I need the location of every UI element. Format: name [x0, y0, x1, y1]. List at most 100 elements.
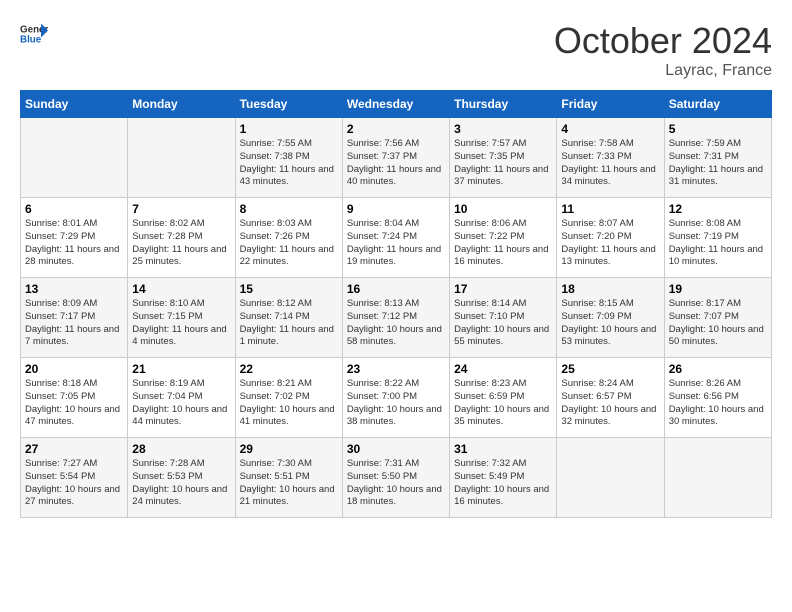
day-info: Sunrise: 8:02 AMSunset: 7:28 PMDaylight:… — [132, 218, 230, 269]
calendar-cell: 10Sunrise: 8:06 AMSunset: 7:22 PMDayligh… — [450, 198, 557, 278]
header-day: Sunday — [21, 91, 128, 118]
calendar-cell: 12Sunrise: 8:08 AMSunset: 7:19 PMDayligh… — [664, 198, 771, 278]
day-info: Sunrise: 8:18 AMSunset: 7:05 PMDaylight:… — [25, 378, 123, 429]
day-number: 1 — [240, 122, 338, 136]
day-info: Sunrise: 7:32 AMSunset: 5:49 PMDaylight:… — [454, 458, 552, 509]
calendar-week: 6 Sunrise: 8:01 AMSunset: 7:29 PMDaylight… — [21, 198, 772, 278]
calendar-cell: 7Sunrise: 8:02 AMSunset: 7:28 PMDaylight… — [128, 198, 235, 278]
day-number: 16 — [347, 282, 445, 296]
calendar-cell: 27 Sunrise: 7:27 AMSunset: 5:54 PMDayligh… — [21, 438, 128, 518]
calendar-cell — [128, 118, 235, 198]
calendar-table: SundayMondayTuesdayWednesdayThursdayFrid… — [20, 90, 772, 518]
calendar-body: 1 Sunrise: 7:55 AMSunset: 7:38 PMDaylight… — [21, 118, 772, 518]
header-day: Saturday — [664, 91, 771, 118]
header-day: Tuesday — [235, 91, 342, 118]
day-info: Sunrise: 7:30 AMSunset: 5:51 PMDaylight:… — [240, 458, 338, 509]
day-info: Sunrise: 8:08 AMSunset: 7:19 PMDaylight:… — [669, 218, 767, 269]
calendar-cell: 24 Sunrise: 8:23 AMSunset: 6:59 PMDayligh… — [450, 358, 557, 438]
calendar-cell: 5Sunrise: 7:59 AMSunset: 7:31 PMDaylight… — [664, 118, 771, 198]
day-number: 24 — [454, 362, 552, 376]
header-day: Thursday — [450, 91, 557, 118]
calendar-cell: 23 Sunrise: 8:22 AMSunset: 7:00 PMDayligh… — [342, 358, 449, 438]
header-day: Friday — [557, 91, 664, 118]
day-number: 15 — [240, 282, 338, 296]
day-number: 11 — [561, 202, 659, 216]
day-info: Sunrise: 8:13 AMSunset: 7:12 PMDaylight:… — [347, 298, 445, 349]
svg-text:Blue: Blue — [20, 34, 42, 45]
day-number: 30 — [347, 442, 445, 456]
calendar-cell: 13 Sunrise: 8:09 AMSunset: 7:17 PMDayligh… — [21, 278, 128, 358]
header-day: Monday — [128, 91, 235, 118]
day-number: 2 — [347, 122, 445, 136]
calendar-cell — [21, 118, 128, 198]
day-number: 3 — [454, 122, 552, 136]
day-info: Sunrise: 7:27 AMSunset: 5:54 PMDaylight:… — [25, 458, 123, 509]
day-info: Sunrise: 8:09 AMSunset: 7:17 PMDaylight:… — [25, 298, 123, 349]
day-number: 6 — [25, 202, 123, 216]
header-row: SundayMondayTuesdayWednesdayThursdayFrid… — [21, 91, 772, 118]
day-info: Sunrise: 8:21 AMSunset: 7:02 PMDaylight:… — [240, 378, 338, 429]
calendar-cell: 31Sunrise: 7:32 AMSunset: 5:49 PMDayligh… — [450, 438, 557, 518]
day-number: 4 — [561, 122, 659, 136]
day-number: 26 — [669, 362, 767, 376]
day-number: 10 — [454, 202, 552, 216]
calendar-cell: 16 Sunrise: 8:13 AMSunset: 7:12 PMDayligh… — [342, 278, 449, 358]
day-info: Sunrise: 8:24 AMSunset: 6:57 PMDaylight:… — [561, 378, 659, 429]
day-info: Sunrise: 8:12 AMSunset: 7:14 PMDaylight:… — [240, 298, 338, 349]
calendar-week: 20Sunrise: 8:18 AMSunset: 7:05 PMDayligh… — [21, 358, 772, 438]
day-info: Sunrise: 8:15 AMSunset: 7:09 PMDaylight:… — [561, 298, 659, 349]
day-info: Sunrise: 8:10 AMSunset: 7:15 PMDaylight:… — [132, 298, 230, 349]
calendar-cell: 3 Sunrise: 7:57 AMSunset: 7:35 PMDaylight… — [450, 118, 557, 198]
calendar-cell: 1 Sunrise: 7:55 AMSunset: 7:38 PMDaylight… — [235, 118, 342, 198]
day-info: Sunrise: 8:19 AMSunset: 7:04 PMDaylight:… — [132, 378, 230, 429]
month-title: October 2024 — [554, 20, 772, 62]
day-number: 14 — [132, 282, 230, 296]
day-number: 13 — [25, 282, 123, 296]
calendar-week: 1 Sunrise: 7:55 AMSunset: 7:38 PMDaylight… — [21, 118, 772, 198]
day-info: Sunrise: 7:57 AMSunset: 7:35 PMDaylight:… — [454, 138, 552, 189]
page-header: General Blue October 2024 Layrac, France — [20, 20, 772, 80]
day-number: 27 — [25, 442, 123, 456]
calendar-cell: 6 Sunrise: 8:01 AMSunset: 7:29 PMDaylight… — [21, 198, 128, 278]
day-info: Sunrise: 8:22 AMSunset: 7:00 PMDaylight:… — [347, 378, 445, 429]
calendar-cell: 11Sunrise: 8:07 AMSunset: 7:20 PMDayligh… — [557, 198, 664, 278]
location-subtitle: Layrac, France — [554, 62, 772, 80]
calendar-cell: 26 Sunrise: 8:26 AMSunset: 6:56 PMDayligh… — [664, 358, 771, 438]
calendar-cell: 29 Sunrise: 7:30 AMSunset: 5:51 PMDayligh… — [235, 438, 342, 518]
day-number: 21 — [132, 362, 230, 376]
day-info: Sunrise: 8:03 AMSunset: 7:26 PMDaylight:… — [240, 218, 338, 269]
day-info: Sunrise: 8:26 AMSunset: 6:56 PMDaylight:… — [669, 378, 767, 429]
day-number: 29 — [240, 442, 338, 456]
day-info: Sunrise: 8:23 AMSunset: 6:59 PMDaylight:… — [454, 378, 552, 429]
calendar-cell: 17Sunrise: 8:14 AMSunset: 7:10 PMDayligh… — [450, 278, 557, 358]
calendar-cell: 9 Sunrise: 8:04 AMSunset: 7:24 PMDaylight… — [342, 198, 449, 278]
day-info: Sunrise: 7:56 AMSunset: 7:37 PMDaylight:… — [347, 138, 445, 189]
calendar-header: SundayMondayTuesdayWednesdayThursdayFrid… — [21, 91, 772, 118]
calendar-cell — [664, 438, 771, 518]
calendar-cell: 30 Sunrise: 7:31 AMSunset: 5:50 PMDayligh… — [342, 438, 449, 518]
day-info: Sunrise: 7:31 AMSunset: 5:50 PMDaylight:… — [347, 458, 445, 509]
calendar-cell: 21 Sunrise: 8:19 AMSunset: 7:04 PMDayligh… — [128, 358, 235, 438]
day-number: 19 — [669, 282, 767, 296]
calendar-cell: 2 Sunrise: 7:56 AMSunset: 7:37 PMDaylight… — [342, 118, 449, 198]
logo-icon: General Blue — [20, 20, 48, 48]
logo: General Blue — [20, 20, 48, 48]
day-info: Sunrise: 8:04 AMSunset: 7:24 PMDaylight:… — [347, 218, 445, 269]
day-number: 18 — [561, 282, 659, 296]
calendar-cell: 19Sunrise: 8:17 AMSunset: 7:07 PMDayligh… — [664, 278, 771, 358]
calendar-week: 27 Sunrise: 7:27 AMSunset: 5:54 PMDayligh… — [21, 438, 772, 518]
day-info: Sunrise: 8:01 AMSunset: 7:29 PMDaylight:… — [25, 218, 123, 269]
day-number: 28 — [132, 442, 230, 456]
calendar-cell: 28 Sunrise: 7:28 AMSunset: 5:53 PMDayligh… — [128, 438, 235, 518]
calendar-cell: 15 Sunrise: 8:12 AMSunset: 7:14 PMDayligh… — [235, 278, 342, 358]
day-number: 17 — [454, 282, 552, 296]
calendar-cell — [557, 438, 664, 518]
calendar-cell: 20Sunrise: 8:18 AMSunset: 7:05 PMDayligh… — [21, 358, 128, 438]
day-info: Sunrise: 7:55 AMSunset: 7:38 PMDaylight:… — [240, 138, 338, 189]
header-day: Wednesday — [342, 91, 449, 118]
day-number: 23 — [347, 362, 445, 376]
calendar-cell: 22Sunrise: 8:21 AMSunset: 7:02 PMDayligh… — [235, 358, 342, 438]
day-info: Sunrise: 7:28 AMSunset: 5:53 PMDaylight:… — [132, 458, 230, 509]
calendar-cell: 14 Sunrise: 8:10 AMSunset: 7:15 PMDayligh… — [128, 278, 235, 358]
day-number: 9 — [347, 202, 445, 216]
